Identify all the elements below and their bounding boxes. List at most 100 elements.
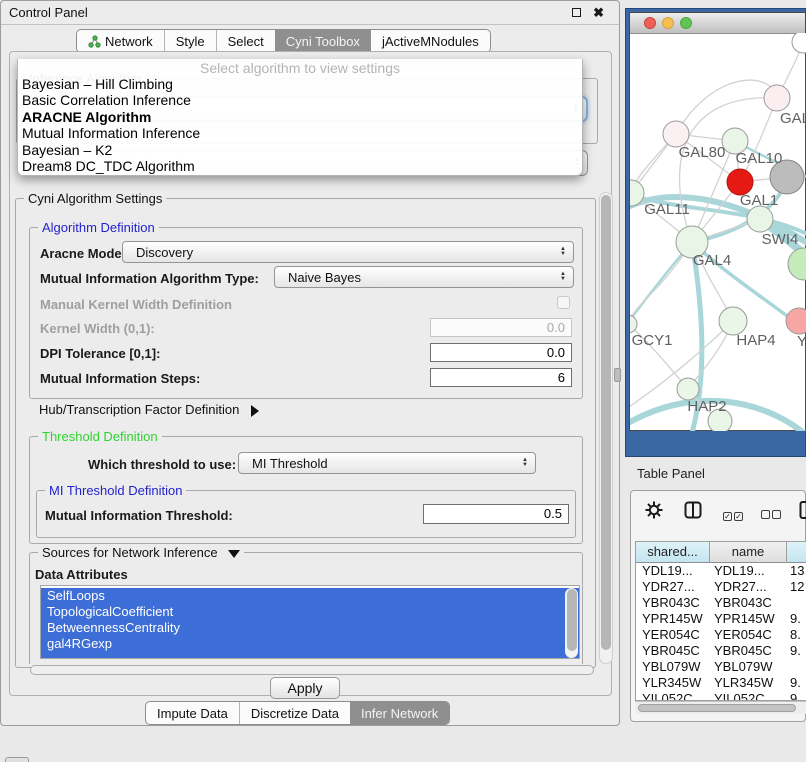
control-panel-title: Control Panel xyxy=(9,5,88,20)
network-view-window: GAL GAL80 GAL10 GAL1 GAL11 SWI4 GAL4 GCY… xyxy=(629,12,806,431)
label-swi4: SWI4 xyxy=(762,231,799,248)
tab-infer-network-label: Infer Network xyxy=(361,706,438,721)
stepper-arrows-icon: ▲▼ xyxy=(560,247,566,257)
mi-algorithm-type-select[interactable]: Naive Bayes ▲▼ xyxy=(274,266,574,288)
network-window-titlebar[interactable] xyxy=(630,13,805,34)
table-row[interactable]: YIL052CYIL052C9 xyxy=(636,691,806,700)
label-y: Y xyxy=(797,333,806,350)
tab-style[interactable]: Style xyxy=(164,30,216,52)
settings-vertical-scrollbar[interactable] xyxy=(599,192,613,664)
cyni-algorithm-settings-group: Cyni Algorithm Settings Algorithm Defini… xyxy=(15,198,596,668)
node-unlabeled-green[interactable] xyxy=(788,248,806,280)
column-header-name[interactable]: name xyxy=(710,542,787,563)
tab-select-label: Select xyxy=(228,34,264,49)
data-attributes-list[interactable]: SelfLoops TopologicalCoefficient Between… xyxy=(40,585,580,659)
threshold-definition-group: Threshold Definition Which threshold to … xyxy=(29,436,583,544)
apply-button[interactable]: Apply xyxy=(270,677,340,699)
partial-corner-button[interactable] xyxy=(5,757,29,762)
node-hap4[interactable] xyxy=(719,307,747,335)
column-header-partial[interactable] xyxy=(787,542,806,563)
list-item-selfloops[interactable]: SelfLoops xyxy=(41,588,579,604)
table-row[interactable]: YDR27...YDR27...12 xyxy=(636,579,806,595)
tab-impute-data[interactable]: Impute Data xyxy=(146,702,239,724)
node-swi4[interactable] xyxy=(747,206,773,232)
new-table-icon[interactable] xyxy=(799,500,806,520)
table-panel-title: Table Panel xyxy=(637,466,705,481)
dpi-tolerance-label: DPI Tolerance [0,1]: xyxy=(40,346,160,361)
network-canvas[interactable]: GAL GAL80 GAL10 GAL1 GAL11 SWI4 GAL4 GCY… xyxy=(630,33,806,431)
mi-threshold-input[interactable]: 0.5 xyxy=(423,504,569,524)
list-item-betweennesscentrality[interactable]: BetweennessCentrality xyxy=(41,620,579,636)
mi-algorithm-type-value: Naive Bayes xyxy=(288,267,361,287)
manual-kernel-width-checkbox xyxy=(557,296,570,309)
hub-definition-expander[interactable]: Hub/Transcription Factor Definition xyxy=(39,402,259,417)
table-row[interactable]: YBR043CYBR043C xyxy=(636,595,806,611)
dropdown-item-aracne[interactable]: ARACNE Algorithm xyxy=(18,109,582,125)
column-header-shared-name[interactable]: shared... xyxy=(636,542,710,563)
node-y-salmon[interactable] xyxy=(786,308,806,334)
mi-steps-label: Mutual Information Steps: xyxy=(40,371,200,386)
zoom-traffic-light-icon[interactable] xyxy=(680,17,692,29)
node-gal[interactable] xyxy=(764,85,790,111)
table-row[interactable]: YBR045CYBR045C9. xyxy=(636,643,806,659)
dropdown-item-basic-correlation[interactable]: Basic Correlation Inference xyxy=(18,92,582,108)
table-row[interactable]: YPR145WYPR145W9. xyxy=(636,611,806,627)
dropdown-item-bayesian-k2[interactable]: Bayesian – K2 xyxy=(18,142,582,158)
column-header-shared-name-label: shared... xyxy=(647,544,698,559)
which-threshold-select[interactable]: MI Threshold ▲▼ xyxy=(238,452,536,474)
aracne-mode-select[interactable]: Discovery ▲▼ xyxy=(122,241,574,263)
settings-horizontal-scrollbar[interactable] xyxy=(30,665,594,675)
table-row[interactable]: YER054CYER054C8. xyxy=(636,627,806,643)
tab-infer-network[interactable]: Infer Network xyxy=(350,702,449,724)
list-item-gal4rgexp[interactable]: gal4RGexp xyxy=(41,636,579,652)
gear-icon[interactable] xyxy=(645,501,663,519)
tab-discretize-data[interactable]: Discretize Data xyxy=(239,702,350,724)
table-toolbar: ✓✓ xyxy=(631,499,805,529)
mi-threshold-definition-group: MI Threshold Definition Mutual Informati… xyxy=(36,490,576,538)
dropdown-item-mutual-information[interactable]: Mutual Information Inference xyxy=(18,125,582,141)
attributes-list-scrollbar[interactable] xyxy=(565,588,578,658)
tab-style-label: Style xyxy=(176,34,205,49)
label-gal: GAL xyxy=(780,110,806,127)
label-gal1: GAL1 xyxy=(740,192,778,209)
sources-collapse-toggle[interactable]: Sources for Network Inference xyxy=(38,545,244,560)
dpi-tolerance-input[interactable]: 0.0 xyxy=(430,343,572,362)
kernel-width-input: 0.0 xyxy=(430,318,572,337)
control-panel-tabbar: Network Style Select Cyni Toolbox jActiv… xyxy=(76,29,491,53)
tab-network[interactable]: Network xyxy=(77,30,164,52)
float-icon[interactable] xyxy=(572,8,581,17)
mi-threshold-definition-label: MI Threshold Definition xyxy=(45,483,186,498)
checked-rows-icon[interactable]: ✓✓ xyxy=(723,506,743,524)
split-columns-icon[interactable] xyxy=(684,501,702,519)
label-gal10: GAL10 xyxy=(736,150,783,167)
cyni-bottom-tabbar: Impute Data Discretize Data Infer Networ… xyxy=(145,701,450,725)
node-unlabeled-top[interactable] xyxy=(792,33,806,53)
label-gal80: GAL80 xyxy=(679,144,726,161)
tab-select[interactable]: Select xyxy=(216,30,275,52)
tab-impute-data-label: Impute Data xyxy=(157,706,228,721)
control-panel-titlebar[interactable]: Control Panel ✖ xyxy=(1,1,619,25)
tab-jactivemnodules[interactable]: jActiveMNodules xyxy=(371,30,490,52)
table-row[interactable]: YDL19...YDL19...13 xyxy=(636,563,806,579)
node-hap2[interactable] xyxy=(677,378,699,400)
tab-cyni-toolbox[interactable]: Cyni Toolbox xyxy=(275,30,371,52)
attributes-list-scrollbar-thumb[interactable] xyxy=(567,589,577,651)
node-gcy1[interactable] xyxy=(630,315,637,333)
panel-splitter-handle[interactable] xyxy=(614,368,621,382)
settings-vertical-scrollbar-thumb[interactable] xyxy=(601,195,611,650)
unchecked-rows-icon[interactable] xyxy=(761,506,781,524)
list-item-topologicalcoefficient[interactable]: TopologicalCoefficient xyxy=(41,604,579,620)
close-traffic-light-icon[interactable] xyxy=(644,17,656,29)
dropdown-item-bayesian-hill-climbing[interactable]: Bayesian – Hill Climbing xyxy=(18,76,582,92)
table-horizontal-scrollbar[interactable] xyxy=(635,701,806,714)
minimize-traffic-light-icon[interactable] xyxy=(662,17,674,29)
close-icon[interactable]: ✖ xyxy=(593,1,604,25)
sources-group: Sources for Network Inference Data Attri… xyxy=(29,552,583,664)
mi-steps-input[interactable]: 6 xyxy=(430,368,572,387)
tab-cyni-toolbox-label: Cyni Toolbox xyxy=(286,34,360,49)
dropdown-item-dream8[interactable]: Dream8 DC_TDC Algorithm xyxy=(18,158,582,174)
table-row[interactable]: YLR345WYLR345W9. xyxy=(636,675,806,691)
table-horizontal-scrollbar-thumb[interactable] xyxy=(638,704,796,712)
table-row[interactable]: YBL079WYBL079W xyxy=(636,659,806,675)
list-item-partial[interactable] xyxy=(41,652,579,659)
